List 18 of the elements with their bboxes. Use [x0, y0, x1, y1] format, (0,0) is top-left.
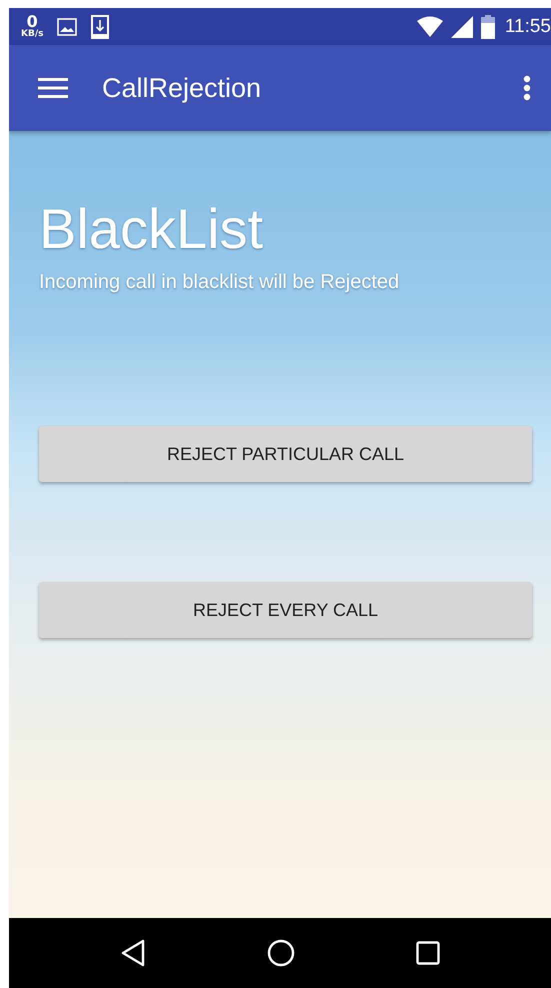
blacklist-heading: BlackList	[39, 201, 264, 257]
app-title: CallRejection	[102, 72, 262, 104]
blacklist-description: Incoming call in blacklist will be Rejected	[39, 271, 400, 294]
back-icon[interactable]	[120, 939, 146, 967]
clock-time: 11:55	[504, 16, 551, 38]
download-icon	[91, 14, 110, 38]
more-options-icon[interactable]	[523, 75, 531, 101]
image-icon	[57, 18, 78, 36]
wifi-icon	[416, 16, 443, 38]
network-speed-unit: KB/s	[21, 30, 44, 39]
recents-icon[interactable]	[416, 941, 440, 965]
reject-call-button[interactable]: REJECT PARTICULAR CALL	[39, 426, 532, 482]
reject-call-button[interactable]: REJECT EVERY CALL	[39, 582, 532, 638]
network-speed-value: 0	[26, 14, 38, 30]
home-icon[interactable]	[266, 939, 295, 967]
menu-icon[interactable]	[38, 77, 68, 99]
battery-icon	[480, 14, 495, 38]
signal-icon	[450, 16, 473, 38]
